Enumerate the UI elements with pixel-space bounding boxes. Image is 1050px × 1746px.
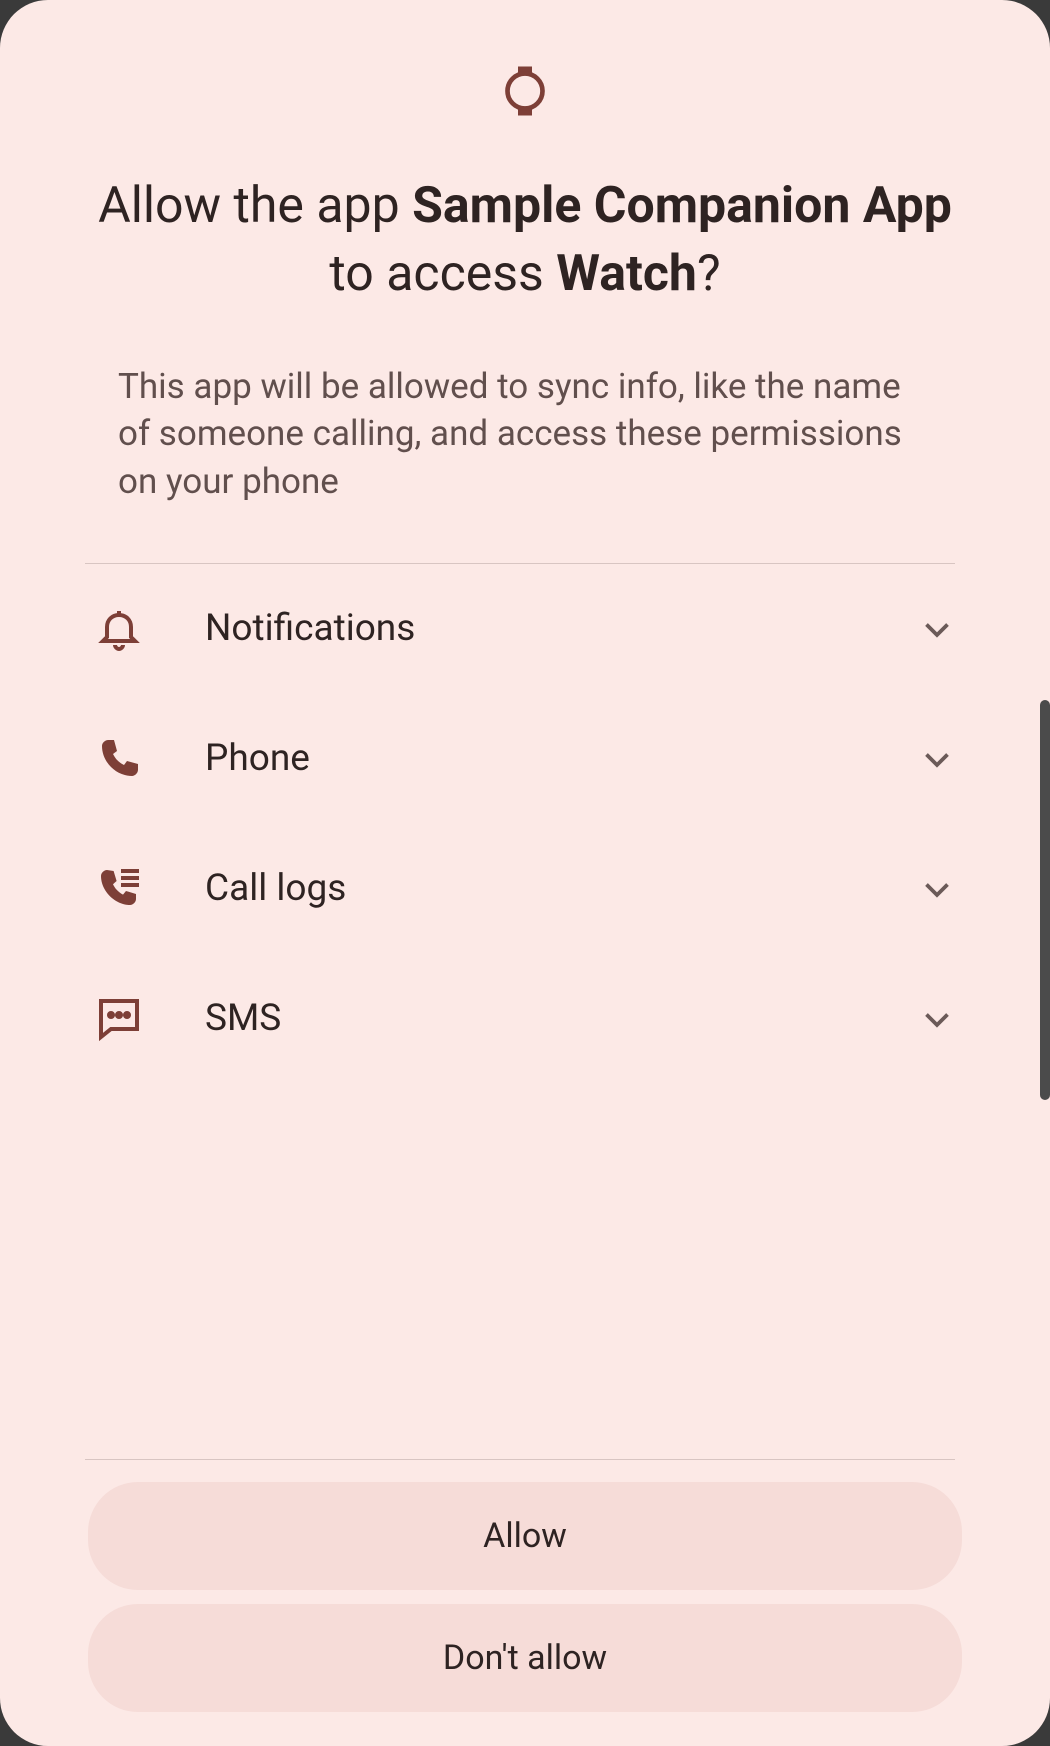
permission-item-partial[interactable]	[95, 1084, 955, 1119]
dialog-buttons: Allow Don't allow	[0, 1460, 1050, 1746]
chevron-down-icon	[919, 871, 955, 907]
chevron-down-icon	[919, 741, 955, 777]
dialog-title: Allow the app Sample Companion App to ac…	[0, 131, 1050, 308]
allow-button[interactable]: Allow	[88, 1482, 962, 1590]
permission-item-phone[interactable]: Phone	[95, 694, 955, 824]
call-log-icon	[95, 865, 143, 913]
title-middle: to access	[329, 245, 556, 303]
permissions-list[interactable]: Notifications Phone	[0, 564, 1050, 1459]
dialog-header	[0, 0, 1050, 131]
permission-label: Notifications	[205, 607, 919, 650]
title-target: Watch	[556, 245, 697, 303]
permission-label: Call logs	[205, 867, 919, 910]
sms-icon	[95, 995, 143, 1043]
permission-item-call-logs[interactable]: Call logs	[95, 824, 955, 954]
permission-item-notifications[interactable]: Notifications	[95, 564, 955, 694]
deny-button[interactable]: Don't allow	[88, 1604, 962, 1712]
bell-icon	[95, 605, 143, 653]
dialog-description: This app will be allowed to sync info, l…	[0, 308, 1050, 505]
permission-label: Phone	[205, 737, 919, 780]
phone-icon	[95, 735, 143, 783]
title-suffix: ?	[697, 245, 721, 303]
chevron-down-icon	[919, 611, 955, 647]
permission-dialog: Allow the app Sample Companion App to ac…	[0, 0, 1050, 1746]
scrollbar[interactable]	[1040, 700, 1050, 1100]
permission-item-sms[interactable]: SMS	[95, 954, 955, 1084]
chevron-down-icon	[919, 1001, 955, 1037]
watch-icon	[497, 55, 553, 131]
permission-label: SMS	[205, 997, 919, 1040]
title-prefix: Allow the app	[98, 177, 412, 235]
title-app-name: Sample Companion App	[412, 177, 952, 235]
